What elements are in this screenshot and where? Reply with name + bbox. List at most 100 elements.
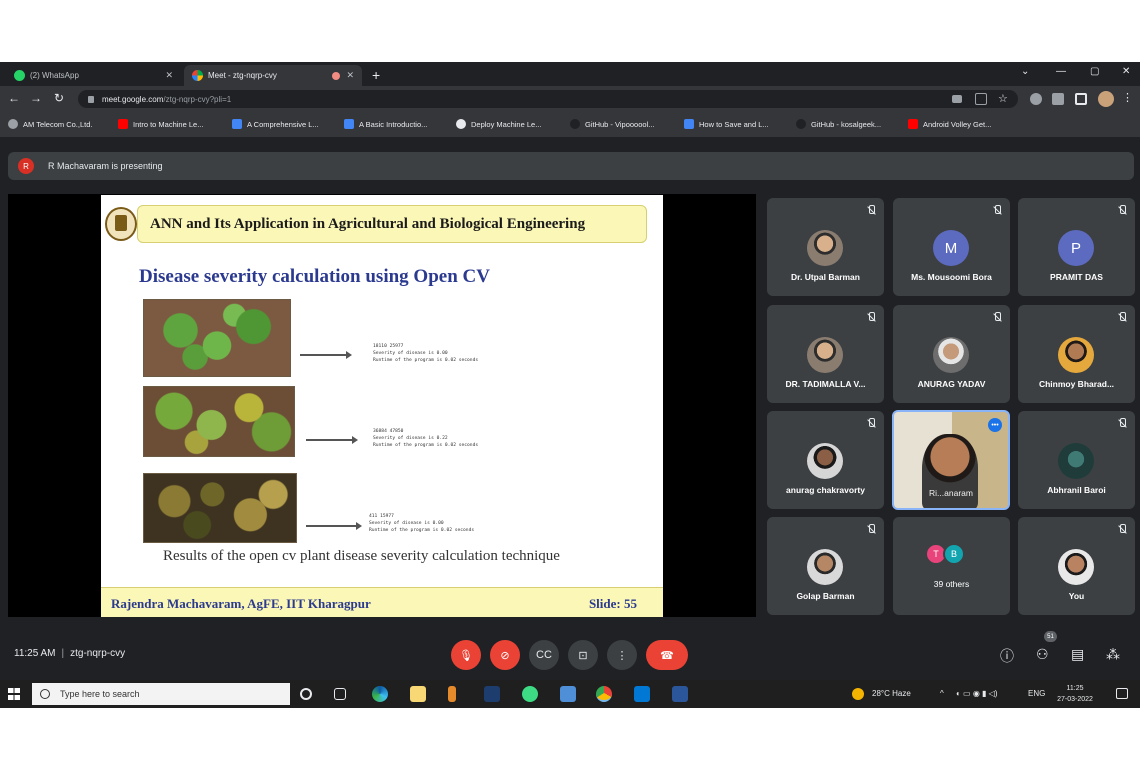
chrome-icon[interactable] — [596, 686, 612, 702]
participant-tile[interactable]: anurag chakravorty — [767, 411, 884, 509]
file-explorer-icon[interactable] — [410, 686, 426, 702]
bookmark-item[interactable]: A Comprehensive L... — [232, 119, 319, 129]
slide-number: Slide: 55 — [588, 596, 637, 611]
puzzle-icon[interactable] — [1052, 93, 1064, 105]
cortana-icon[interactable] — [300, 688, 312, 700]
present-screen-icon: ⊡ — [578, 649, 588, 662]
mic-toggle-button[interactable]: 🎙︎ — [451, 640, 481, 670]
forward-button[interactable]: → — [30, 91, 42, 105]
avatar — [807, 230, 843, 266]
app-icon[interactable] — [560, 686, 576, 702]
meeting-code: ztg-nqrp-cvy — [70, 648, 126, 659]
participant-tile[interactable]: ANURAG YADAV — [893, 305, 1010, 403]
close-window-button[interactable]: ✕ — [1122, 66, 1130, 77]
people-count-badge: 51 — [1044, 631, 1057, 642]
sidepanel-icon[interactable] — [1075, 93, 1087, 105]
self-tile[interactable]: You — [1018, 517, 1135, 615]
participant-name: Ri...anaram — [929, 488, 973, 498]
profile-avatar[interactable] — [1098, 91, 1114, 107]
avatar — [807, 549, 843, 585]
plant-image — [143, 386, 295, 457]
tab-search-icon[interactable]: ⌄ — [1021, 66, 1029, 77]
speaking-indicator-icon: ••• — [988, 418, 1002, 432]
participant-tile[interactable]: DR. TADIMALLA V... — [767, 305, 884, 403]
info-icon[interactable]: ⓘ — [1000, 646, 1014, 666]
chevron-up-icon[interactable]: ^ — [940, 689, 944, 698]
participant-tile[interactable]: P PRAMIT DAS — [1018, 198, 1135, 296]
slide-author: Rajendra Machavaram, AgFE, IIT Kharagpur — [111, 596, 371, 611]
close-icon[interactable]: ✕ — [165, 70, 173, 81]
leave-call-button[interactable]: ☎ — [646, 640, 688, 670]
extension-icon[interactable] — [1030, 93, 1042, 105]
bookmark-item[interactable]: A Basic Introductio... — [344, 119, 427, 129]
more-options-button[interactable]: ⋮ — [607, 640, 637, 670]
present-button[interactable]: ⊡ — [568, 640, 598, 670]
participant-tile[interactable]: Chinmoy Bharad... — [1018, 305, 1135, 403]
tab-meet[interactable]: Meet - ztg-nqrp-cvy ✕ — [184, 65, 362, 86]
camera-icon[interactable] — [952, 95, 962, 103]
bookmark-label: Intro to Machine Le... — [133, 119, 204, 129]
others-count: 39 others — [933, 579, 970, 589]
avatar: B — [943, 543, 965, 565]
people-icon[interactable]: ⚇ — [1036, 646, 1049, 663]
windows-start-icon[interactable] — [8, 688, 20, 700]
taskbar-search[interactable]: Type here to search — [32, 683, 290, 705]
bookmark-label: How to Save and L... — [699, 119, 769, 129]
participant-name: Chinmoy Bharad... — [1038, 379, 1115, 389]
system-tray-icons[interactable]: ◐ ▭ ◉ ▮ ◁) — [956, 689, 997, 698]
bookmark-star-icon[interactable]: ☆ — [998, 92, 1008, 105]
others-tile[interactable]: T B 39 others — [893, 517, 1010, 615]
chat-icon[interactable]: ▤ — [1071, 646, 1084, 663]
back-button[interactable]: ← — [8, 91, 20, 105]
search-icon — [40, 689, 50, 699]
reload-button[interactable]: ↻ — [54, 91, 64, 105]
menu-icon[interactable]: ⋮ — [1122, 91, 1133, 104]
task-view-icon[interactable] — [334, 688, 346, 700]
camera-toggle-button[interactable]: ⊘ — [490, 640, 520, 670]
globe-icon — [8, 119, 18, 129]
program-output: 18110 25977 Severity of disease is 0.00 … — [373, 344, 479, 363]
bookmark-item[interactable]: AM Telecom Co.,Ltd. — [8, 119, 92, 129]
participant-tile[interactable]: M Ms. Mousoomi Bora — [893, 198, 1010, 296]
weather-text[interactable]: 28°C Haze — [872, 689, 911, 698]
slide-title: Disease severity calculation using Open … — [139, 266, 490, 287]
tab-title: Meet - ztg-nqrp-cvy — [208, 71, 277, 80]
active-speaker-tile[interactable]: ••• Ri...anaram — [892, 410, 1010, 510]
share-icon[interactable] — [975, 93, 987, 105]
word-icon[interactable] — [672, 686, 688, 702]
participant-tile[interactable]: Dr. Utpal Barman — [767, 198, 884, 296]
site-icon — [684, 119, 694, 129]
taskbar-clock[interactable]: 11:25 27-03-2022 — [1053, 683, 1097, 705]
participant-name: Dr. Utpal Barman — [791, 272, 860, 282]
bookmark-item[interactable]: GitHub - kosalgeek... — [796, 119, 881, 129]
minimize-button[interactable]: — — [1056, 66, 1066, 77]
language-indicator[interactable]: ENG — [1028, 689, 1045, 698]
bookmark-item[interactable]: How to Save and L... — [684, 119, 769, 129]
captions-button[interactable]: CC — [529, 640, 559, 670]
activities-icon[interactable]: ⁂ — [1106, 646, 1120, 663]
site-icon — [344, 119, 354, 129]
app-icon[interactable] — [448, 686, 456, 702]
close-icon[interactable]: ✕ — [346, 70, 354, 81]
tab-whatsapp[interactable]: (2) WhatsApp ✕ — [6, 65, 181, 86]
new-tab-button[interactable]: + — [372, 67, 380, 83]
notification-icon[interactable] — [1116, 688, 1128, 699]
address-bar[interactable]: meet.google.com /ztg-nqrp-cvy?pli=1 — [78, 90, 1018, 108]
mic-off-icon — [866, 205, 876, 217]
edge-icon[interactable] — [372, 686, 388, 702]
bookmark-item[interactable]: Deploy Machine Le... — [456, 119, 541, 129]
participant-tile[interactable]: Golap Barman — [767, 517, 884, 615]
bookmarks-bar: AM Telecom Co.,Ltd. Intro to Machine Le.… — [0, 112, 1140, 138]
bookmark-item[interactable]: Intro to Machine Le... — [118, 119, 203, 129]
maximize-button[interactable]: ▢ — [1090, 66, 1099, 77]
photoshop-icon[interactable] — [484, 686, 500, 702]
avatar — [1058, 549, 1094, 585]
youtube-icon — [908, 119, 918, 129]
android-studio-icon[interactable] — [522, 686, 538, 702]
bookmark-item[interactable]: GitHub - Vipoooool... — [570, 119, 655, 129]
bookmark-label: GitHub - Vipoooool... — [585, 119, 655, 129]
bookmark-item[interactable]: Android Volley Get... — [908, 119, 991, 129]
search-placeholder: Type here to search — [60, 689, 140, 699]
outlook-icon[interactable] — [634, 686, 650, 702]
participant-tile[interactable]: Abhranil Baroi — [1018, 411, 1135, 509]
